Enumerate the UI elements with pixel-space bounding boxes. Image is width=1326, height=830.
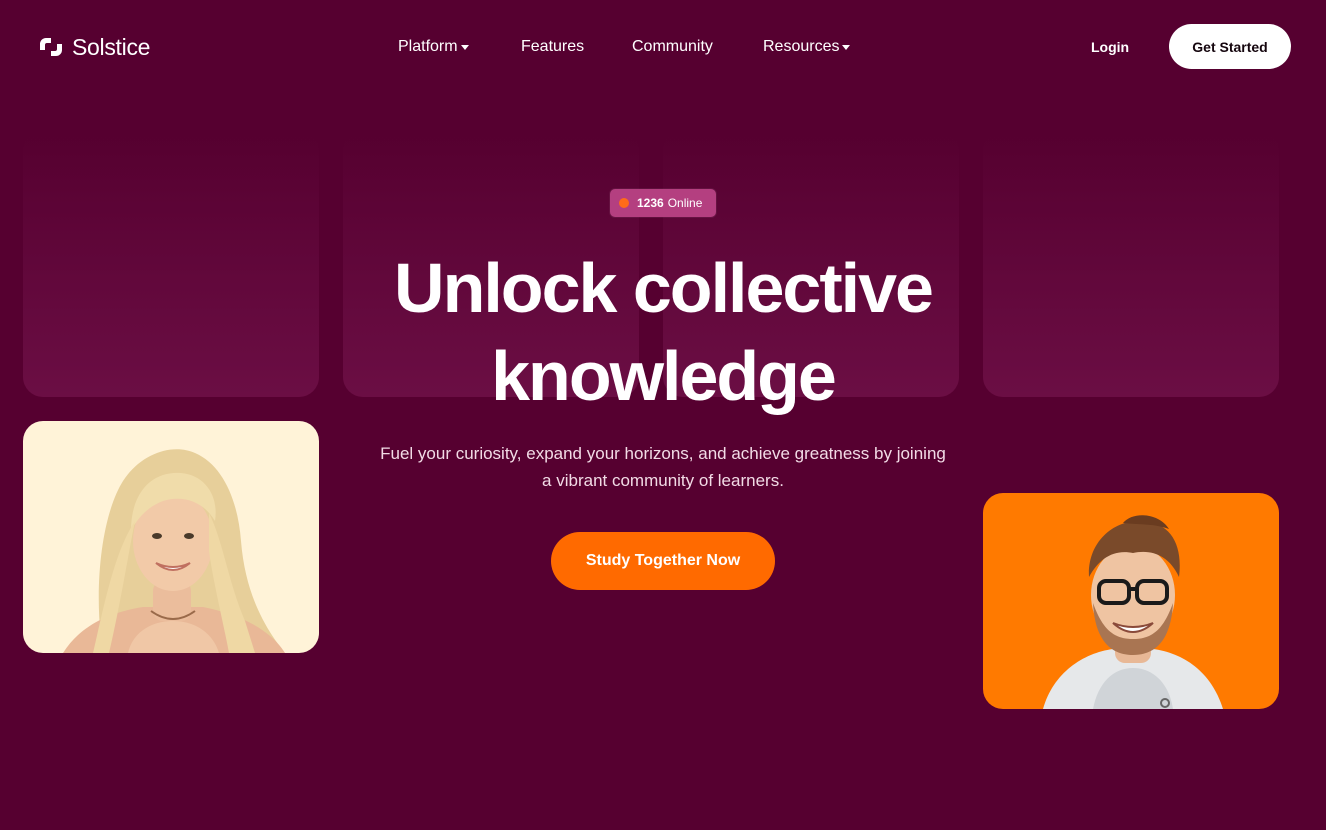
hero-title-line2: knowledge [491, 337, 837, 415]
hero-subtitle: Fuel your curiosity, expand your horizon… [380, 444, 946, 490]
nav-label: Community [632, 38, 713, 55]
hero-title: Unlock collective knowledge [313, 244, 1013, 420]
nav-item-community[interactable]: Community [632, 38, 713, 56]
tile-fade-overlay [0, 90, 1326, 180]
login-link[interactable]: Login [1091, 39, 1129, 55]
online-count: 1236 [637, 196, 664, 210]
nav-item-platform[interactable]: Platform [398, 38, 469, 56]
learner-photo-woman [23, 421, 319, 653]
nav-label: Resources [763, 38, 840, 55]
online-status-badge: 1236 Online [610, 189, 716, 217]
nav-label: Features [521, 38, 585, 55]
online-label: Online [667, 196, 703, 210]
chevron-down-icon [460, 45, 469, 50]
nav-item-features[interactable]: Features [521, 38, 584, 56]
nav-item-resources[interactable]: Resources [763, 38, 851, 56]
hero-title-line1: Unlock collective [394, 249, 934, 327]
man-portrait-image [1043, 515, 1223, 709]
nav-label: Platform [398, 38, 458, 55]
site-header: Solstice Platform Features Community Res… [0, 0, 1326, 94]
get-started-button[interactable]: Get Started [1169, 24, 1291, 69]
chevron-down-icon [842, 45, 851, 50]
learner-photo-man [983, 493, 1279, 709]
woman-portrait-image [63, 449, 285, 653]
online-dot-icon [619, 198, 629, 208]
study-together-button[interactable]: Study Together Now [551, 532, 775, 590]
